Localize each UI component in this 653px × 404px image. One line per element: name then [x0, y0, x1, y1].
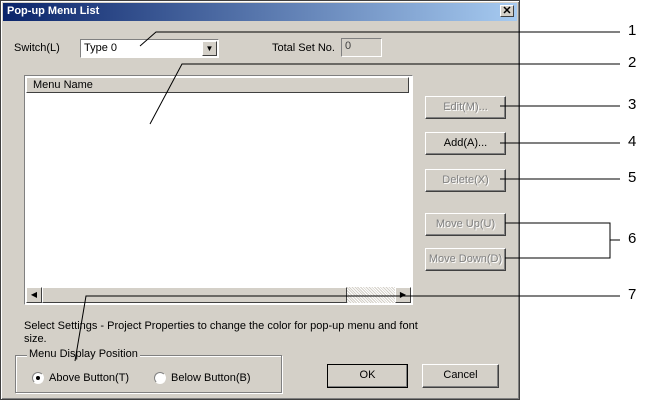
- callout-number-1: 1: [628, 22, 637, 39]
- callout-number-7: 7: [628, 286, 637, 303]
- callout-line-7: [74, 295, 620, 362]
- callout-lines: [74, 31, 620, 362]
- callout-number-2: 2: [628, 54, 637, 71]
- callout-number-5: 5: [628, 169, 637, 186]
- callout-number-6: 6: [628, 230, 637, 247]
- callout-line-6: [505, 222, 611, 259]
- callout-number-3: 3: [628, 96, 637, 113]
- callout-number-4: 4: [628, 133, 637, 150]
- callout-line-1: [139, 31, 620, 47]
- callout-line-2: [149, 63, 620, 125]
